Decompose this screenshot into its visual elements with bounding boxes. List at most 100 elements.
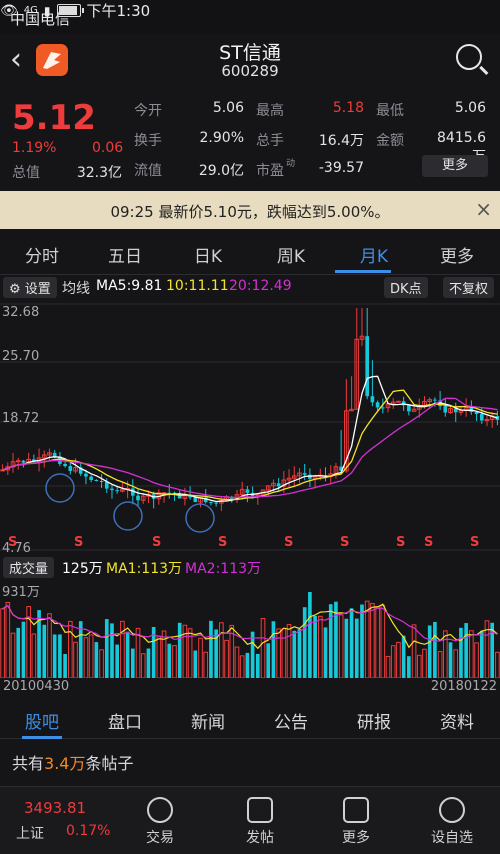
volume-bar — [10, 632, 16, 678]
post-count-suffix: 条帖子 — [85, 754, 134, 773]
volume-bar — [401, 635, 406, 678]
volume-button[interactable]: 成交量 — [3, 557, 55, 578]
volume-bar — [437, 651, 443, 678]
volume-bar — [115, 644, 120, 678]
tab-content[interactable]: 公告 — [249, 708, 333, 733]
ma5-line — [2, 375, 498, 503]
volume-axis-label: 931万 — [2, 585, 40, 600]
index-ticker[interactable]: 3493.81 上证 0.17% — [0, 787, 115, 854]
sell-signal-marker: S — [74, 535, 83, 550]
volume-bar — [317, 615, 323, 678]
volume-bar — [0, 608, 5, 678]
volume-bar — [193, 650, 198, 678]
volume-chart[interactable]: 931万 — [0, 580, 500, 678]
volume-bar — [411, 624, 417, 678]
quote-label: 金额 — [376, 133, 404, 149]
volume-bar — [140, 653, 146, 678]
yuan-circle-icon — [147, 797, 173, 823]
sell-signal-marker: S — [152, 535, 161, 550]
volume-bar — [364, 600, 370, 678]
nav-item[interactable]: 更多 — [316, 787, 396, 854]
dk-point-button[interactable]: DK点 — [384, 277, 428, 298]
quote-more-button[interactable]: 更多 — [422, 155, 488, 177]
tab-period[interactable]: 周K — [251, 242, 331, 267]
tab-period[interactable]: 五日 — [85, 242, 165, 267]
volume-bar — [156, 635, 162, 678]
tab-period[interactable]: 更多 — [417, 242, 497, 267]
tab-content[interactable]: 股吧 — [0, 708, 84, 733]
kline-chart[interactable]: 32.6825.7018.724.76S S S S S S S S S — [0, 300, 500, 554]
fullscreen-icon[interactable] — [185, 503, 215, 533]
quote-panel: 5.12 1.19% 0.06 总值 32.3亿 今开 5.06 最高 5.18 最低 5… — [0, 92, 500, 187]
volume-bar — [172, 645, 177, 678]
volume-bar — [161, 630, 167, 678]
candle — [68, 466, 73, 471]
alert-message: 09:25 最新价5.10元，跌幅达到5.00%。 — [110, 203, 390, 221]
y-axis-label: 25.70 — [2, 349, 39, 364]
sell-signal-marker: S — [340, 535, 349, 550]
ma-legend-row: ⚙ 设置 均线 MA5:9.81 10:11.11 20:12.49 DK点 不… — [0, 276, 500, 298]
volume-bar — [313, 615, 317, 678]
gear-icon: ⚙ — [9, 282, 21, 297]
pe-type-sup: 动 — [286, 159, 296, 169]
price-alert-banner[interactable]: 09:25 最新价5.10元，跌幅达到5.00%。 × — [0, 191, 500, 229]
volume-bar — [370, 603, 375, 678]
index-pct: 0.17% — [66, 823, 111, 839]
total-value: 32.3亿 — [76, 165, 122, 181]
y-axis-label: 18.72 — [2, 411, 39, 426]
no-adjust-button[interactable]: 不复权 — [443, 277, 495, 298]
candle — [484, 419, 490, 422]
volume-bar — [245, 652, 250, 678]
volume-bar — [422, 648, 427, 678]
zoom-in-icon[interactable] — [113, 501, 143, 531]
candle — [115, 490, 120, 492]
post-count[interactable]: 共有3.4万条帖子 — [12, 750, 133, 774]
quote-value: -39.57 — [318, 160, 364, 176]
volume-bar — [286, 624, 292, 678]
volume-bar — [302, 607, 307, 678]
nav-item-label: 设自选 — [431, 830, 473, 846]
tab-active-indicator — [335, 270, 391, 273]
quote-value: 16.4万 — [318, 133, 364, 149]
nav-item-label: 发帖 — [246, 830, 274, 846]
volume-bar — [416, 654, 422, 678]
tab-content[interactable]: 研报 — [332, 708, 416, 733]
tab-content[interactable]: 新闻 — [166, 708, 250, 733]
volume-bar — [31, 633, 37, 678]
close-icon[interactable]: × — [475, 197, 492, 221]
volume-bar — [349, 608, 354, 678]
tab-content[interactable]: 资料 — [415, 708, 499, 733]
volume-bar — [167, 643, 172, 678]
zoom-out-icon[interactable] — [45, 473, 75, 503]
tab-period[interactable]: 日K — [168, 242, 248, 267]
stock-code: 600289 — [221, 62, 279, 80]
volume-bar — [67, 620, 73, 678]
ma10-value: 10:11.11 — [166, 278, 229, 294]
volume-bar — [360, 604, 364, 678]
sell-signal-marker: S — [284, 535, 293, 550]
volume-bar — [427, 625, 432, 678]
volume-bar — [47, 613, 52, 678]
candle — [433, 399, 437, 401]
candle — [276, 483, 281, 487]
quote-label: 最低 — [376, 103, 404, 119]
ma20-line — [2, 397, 498, 499]
volume-bar — [104, 619, 109, 678]
nav-item[interactable]: 设自选 — [412, 787, 492, 854]
y-axis-label: 32.68 — [2, 305, 39, 320]
volume-bar — [474, 642, 479, 678]
volume-bar — [255, 653, 260, 678]
volume-bar — [328, 604, 333, 678]
ma20-value: 20:12.49 — [229, 278, 292, 294]
nav-item[interactable]: 交易 — [120, 787, 200, 854]
settings-button[interactable]: ⚙ 设置 — [3, 277, 57, 298]
quote-label: 总手 — [256, 133, 284, 149]
search-icon[interactable] — [456, 44, 482, 70]
candle — [63, 463, 67, 467]
volume-bar — [209, 620, 213, 678]
candle — [209, 502, 213, 504]
tab-content[interactable]: 盘口 — [83, 708, 167, 733]
tab-period[interactable]: 月K — [334, 242, 414, 267]
tab-period[interactable]: 分时 — [2, 242, 82, 267]
nav-item[interactable]: 发帖 — [220, 787, 300, 854]
